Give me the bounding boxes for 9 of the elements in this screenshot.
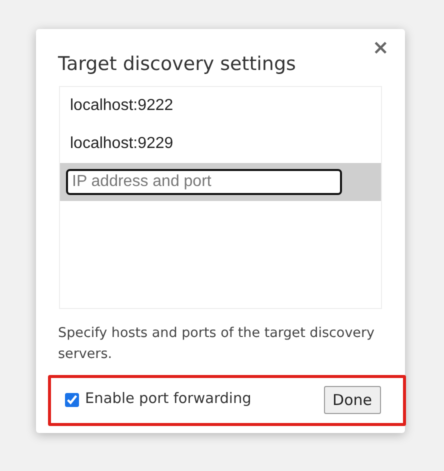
target-item[interactable]: localhost:9222: [60, 86, 381, 125]
close-button[interactable]: ×: [368, 35, 393, 59]
done-button[interactable]: Done: [324, 386, 381, 414]
dialog-title: Target discovery settings: [58, 53, 297, 76]
port-forwarding-label[interactable]: Enable port forwarding: [85, 389, 252, 412]
port-forwarding-checkbox[interactable]: [65, 393, 79, 408]
target-item[interactable]: localhost:9229: [60, 124, 381, 163]
help-text: Specify hosts and ports of the target discovery servers.: [58, 324, 376, 364]
address-input-field[interactable]: IP address and port: [66, 168, 342, 195]
